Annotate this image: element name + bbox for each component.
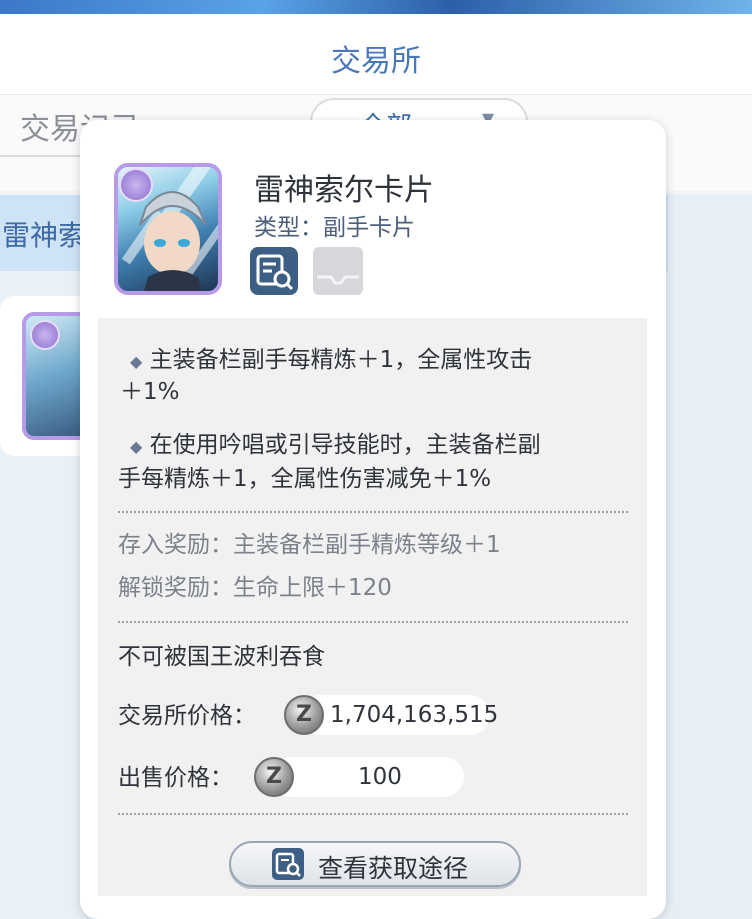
deposit-reward: 存入奖励：主装备栏副手精炼等级＋1 bbox=[118, 532, 501, 558]
side-panel bbox=[668, 195, 752, 919]
divider bbox=[118, 621, 628, 623]
poring-king-note: 不可被国王波利吞食 bbox=[118, 644, 325, 670]
diamond-bullet-icon: ◆ bbox=[130, 352, 143, 371]
page-title: 交易所 bbox=[331, 44, 421, 79]
magnify-document-icon[interactable] bbox=[250, 247, 298, 295]
sell-price-value: 100 bbox=[358, 764, 402, 790]
magnify-document-icon bbox=[272, 848, 304, 880]
top-banner-strip bbox=[0, 0, 752, 14]
exchange-price-label: 交易所价格： bbox=[118, 703, 256, 729]
unlock-reward: 解锁奖励：生命上限＋120 bbox=[118, 575, 392, 601]
effect-1-line-1: ◆ 主装备栏副手每精炼＋1，全属性攻击 bbox=[130, 347, 533, 373]
shield-badge-icon bbox=[119, 168, 153, 202]
detail-panel bbox=[98, 318, 647, 896]
list-header-title: 雷神索 bbox=[2, 219, 87, 252]
item-name: 雷神索尔卡片 bbox=[254, 173, 434, 208]
divider bbox=[118, 813, 628, 815]
exchange-price-value: 1,704,163,515 bbox=[330, 702, 499, 728]
effect-1-line-2: ＋1% bbox=[120, 379, 180, 405]
sell-price-label: 出售价格： bbox=[118, 765, 233, 791]
diamond-bullet-icon: ◆ bbox=[130, 437, 143, 456]
effect-2-line-2: 手每精炼＋1，全属性伤害减免＋1% bbox=[118, 466, 492, 492]
inbox-tray-icon[interactable] bbox=[313, 247, 363, 295]
thumb-badge-icon bbox=[30, 320, 60, 350]
view-source-label: 查看获取途径 bbox=[318, 854, 469, 883]
zeny-coin-icon: Z bbox=[254, 757, 294, 797]
effect-2-line-1: ◆ 在使用吟唱或引导技能时，主装备栏副 bbox=[130, 432, 541, 458]
zeny-coin-icon: Z bbox=[284, 695, 324, 735]
divider bbox=[118, 511, 628, 513]
item-type: 类型：副手卡片 bbox=[254, 215, 415, 241]
